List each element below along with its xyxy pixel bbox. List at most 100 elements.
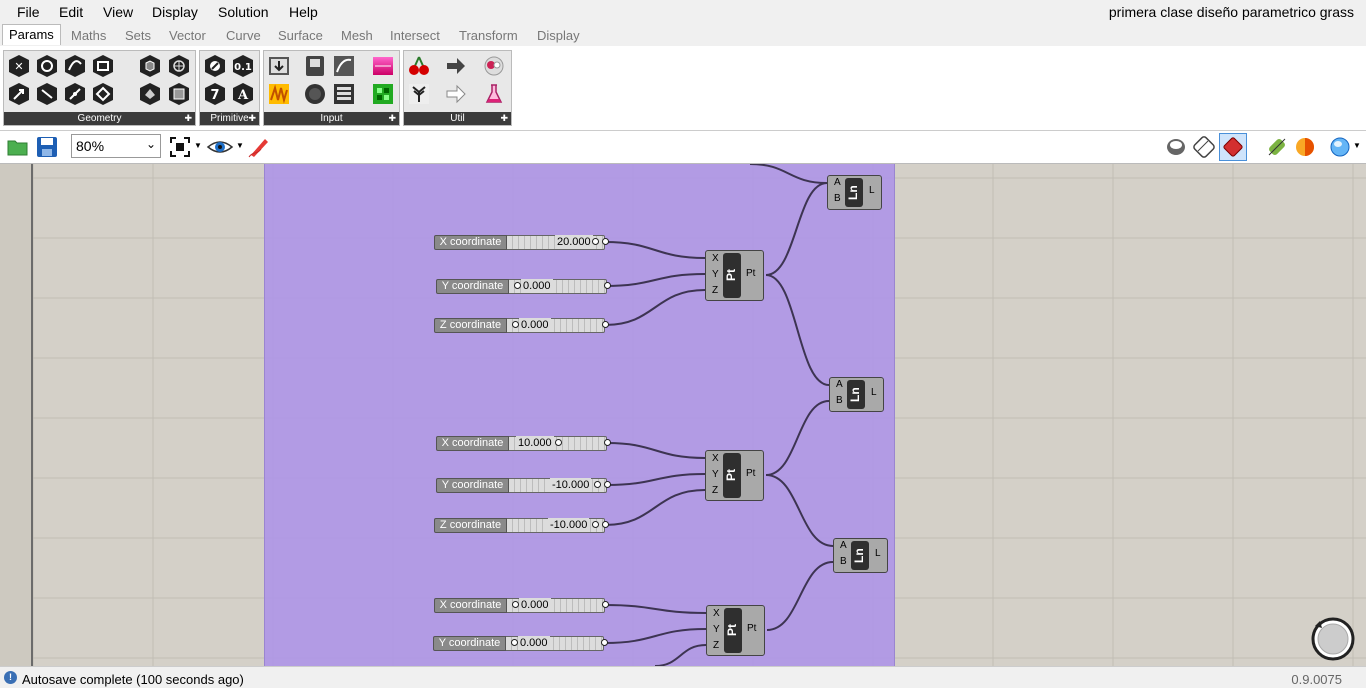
toggle-input-icon[interactable] [303, 54, 327, 78]
input-a[interactable]: A [836, 379, 843, 390]
menu-help[interactable]: Help [289, 4, 318, 20]
zoom-extents-icon[interactable] [168, 135, 192, 159]
line-param-icon[interactable] [35, 82, 59, 106]
draw-fancy-wires-icon[interactable] [1265, 135, 1289, 159]
slider-grip[interactable] [555, 439, 562, 446]
input-z[interactable]: Z [713, 640, 719, 651]
slider-grip[interactable] [592, 521, 599, 528]
slider-grip[interactable] [514, 282, 521, 289]
output-l[interactable]: L [871, 387, 877, 398]
slider-grip[interactable] [594, 481, 601, 488]
boolean-param-icon[interactable] [203, 54, 227, 78]
tab-params[interactable]: Params [2, 24, 61, 45]
gradient-input-icon[interactable] [371, 54, 395, 78]
open-file-icon[interactable] [6, 135, 30, 159]
construct-point-component[interactable]: X Y Z Pt Pt [705, 250, 764, 301]
data-output-icon[interactable] [444, 54, 468, 78]
button-input-icon[interactable] [303, 82, 327, 106]
flask-icon[interactable] [482, 82, 506, 106]
input-y[interactable]: Y [713, 624, 720, 635]
slider-output-grip[interactable] [604, 282, 611, 289]
slider-output-grip[interactable] [602, 238, 609, 245]
tab-sets[interactable]: Sets [125, 28, 151, 43]
slider-output-grip[interactable] [602, 321, 609, 328]
construct-point-component[interactable]: X Y Z Pt Pt [705, 450, 764, 501]
number-slider[interactable]: Z coordinate -10.000 [434, 518, 609, 533]
zoom-extents-chevron-icon[interactable]: ▼ [194, 141, 202, 150]
group-param-icon[interactable] [167, 82, 191, 106]
slider-output-grip[interactable] [602, 601, 609, 608]
input-x[interactable]: X [712, 453, 719, 464]
menu-edit[interactable]: Edit [59, 4, 83, 20]
point-param-icon[interactable]: ✕ [7, 54, 31, 78]
input-x[interactable]: X [713, 608, 720, 619]
image-sampler-icon[interactable] [267, 82, 291, 106]
input-y[interactable]: Y [712, 469, 719, 480]
menu-solution[interactable]: Solution [218, 4, 269, 20]
geometry-panel-label[interactable]: Geometry ✚ [4, 112, 195, 125]
zoom-dropdown[interactable]: 80% ⌄ [71, 134, 161, 158]
slider-output-grip[interactable] [604, 481, 611, 488]
menu-display[interactable]: Display [152, 4, 198, 20]
output-pt[interactable]: Pt [746, 268, 755, 279]
line-component[interactable]: A B Ln L [833, 538, 888, 573]
sphere-display-icon[interactable] [1328, 135, 1352, 159]
output-l[interactable]: L [869, 185, 875, 196]
data-input-icon[interactable] [444, 82, 468, 106]
input-y[interactable]: Y [712, 269, 719, 280]
save-file-icon[interactable] [35, 135, 59, 159]
menu-view[interactable]: View [103, 4, 133, 20]
preview-eye-icon[interactable] [206, 135, 234, 159]
input-a[interactable]: A [834, 177, 841, 188]
tab-vector[interactable]: Vector [169, 28, 206, 43]
preview-shaded-icon[interactable] [1192, 135, 1216, 159]
sketch-pen-icon[interactable] [247, 135, 271, 159]
value-list-icon[interactable] [332, 82, 356, 106]
graph-mapper-icon[interactable] [332, 54, 356, 78]
plane-param-icon[interactable] [63, 82, 87, 106]
tab-transform[interactable]: Transform [459, 28, 518, 43]
construct-point-component[interactable]: X Y Z Pt Pt [706, 605, 765, 656]
input-z[interactable]: Z [712, 485, 718, 496]
curve-param-icon[interactable] [63, 54, 87, 78]
number-param-icon[interactable]: 0.1 [231, 54, 255, 78]
slider-grip[interactable] [511, 639, 518, 646]
surface-param-icon[interactable] [91, 54, 115, 78]
slider-output-grip[interactable] [602, 521, 609, 528]
grasshopper-canvas[interactable]: X coordinate 20.000 Y coordinate 0.000 Z… [0, 164, 1366, 666]
tab-intersect[interactable]: Intersect [390, 28, 440, 43]
line-component[interactable]: A B Ln L [827, 175, 882, 210]
output-pt[interactable]: Pt [746, 468, 755, 479]
number-slider[interactable]: Y coordinate 0.000 [433, 636, 608, 651]
text-param-icon[interactable]: A [231, 82, 255, 106]
cherry-picker-icon[interactable] [407, 54, 431, 78]
material-preview-icon[interactable] [1293, 135, 1317, 159]
info-icon[interactable]: ! [4, 671, 17, 684]
tab-surface[interactable]: Surface [278, 28, 323, 43]
output-l[interactable]: L [875, 548, 881, 559]
input-z[interactable]: Z [712, 285, 718, 296]
mesh-param-icon[interactable] [167, 54, 191, 78]
line-component[interactable]: A B Ln L [829, 377, 884, 412]
number-slider[interactable]: Z coordinate 0.000 [434, 318, 609, 333]
preview-selected-only-button[interactable] [1219, 133, 1247, 161]
circle-param-icon[interactable] [35, 54, 59, 78]
preview-wire-icon[interactable] [1164, 135, 1188, 159]
number-slider[interactable]: X coordinate 0.000 [434, 598, 609, 613]
box-param-icon[interactable] [138, 54, 162, 78]
number-slider[interactable]: Y coordinate 0.000 [436, 279, 611, 294]
tab-maths[interactable]: Maths [71, 28, 106, 43]
slider-output-grip[interactable] [601, 639, 608, 646]
number-slider[interactable]: Y coordinate -10.000 [436, 478, 611, 493]
util-panel-label[interactable]: Util ✚ [404, 112, 511, 125]
input-b[interactable]: B [840, 556, 847, 567]
input-x[interactable]: X [712, 253, 719, 264]
colour-swatch-icon[interactable] [371, 82, 395, 106]
input-b[interactable]: B [836, 395, 843, 406]
input-b[interactable]: B [834, 193, 841, 204]
slider-grip[interactable] [512, 321, 519, 328]
galapagos-icon[interactable] [407, 82, 431, 106]
input-a[interactable]: A [840, 540, 847, 551]
navigation-wheel-icon[interactable] [1310, 616, 1356, 662]
number-slider[interactable]: X coordinate 20.000 [434, 235, 609, 250]
